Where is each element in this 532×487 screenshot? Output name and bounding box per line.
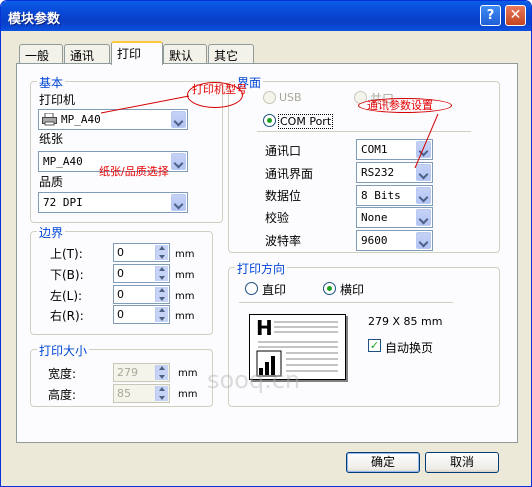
- usb-radio: [263, 91, 276, 104]
- margin-right-spinner[interactable]: 0: [113, 305, 170, 324]
- group-print-size-legend: 打印大小: [37, 342, 90, 359]
- width-unit: mm: [178, 368, 198, 379]
- parity-dropdown-arrow[interactable]: [416, 209, 431, 226]
- auto-newline-checkbox[interactable]: ✓: [368, 339, 381, 352]
- parity-select[interactable]: None: [356, 207, 433, 228]
- tab-print[interactable]: 打印: [111, 41, 163, 65]
- margin-bottom-label: 下(B):: [50, 268, 84, 282]
- height-value: 85: [117, 387, 131, 400]
- group-basic-legend: 基本: [37, 74, 66, 91]
- printer-icon: [42, 113, 57, 126]
- height-unit: mm: [178, 389, 198, 400]
- paper-label: 纸张: [39, 132, 64, 146]
- com-port-label[interactable]: COM Port: [278, 114, 334, 129]
- quality-value: 72 DPI: [43, 196, 83, 209]
- data-bits-value: 8 Bits: [361, 189, 401, 202]
- margin-bottom-value: 0: [117, 267, 124, 280]
- comm-port-label: 通讯口: [265, 144, 302, 158]
- baud-rate-dropdown-arrow[interactable]: [416, 232, 431, 249]
- cancel-button[interactable]: 取消: [425, 452, 499, 473]
- width-label: 宽度:: [48, 367, 77, 381]
- quality-label: 品质: [39, 175, 64, 189]
- margin-top-value: 0: [117, 246, 124, 259]
- parity-label: 校验: [265, 211, 290, 225]
- height-spinner: 85: [113, 384, 170, 403]
- tab-defaults[interactable]: 默认值: [163, 44, 207, 80]
- data-bits-dropdown-arrow[interactable]: [416, 187, 431, 204]
- margin-top-unit: mm: [175, 249, 195, 260]
- watermark: sooq.cn: [207, 366, 301, 394]
- group-orientation-legend: 打印方向: [235, 260, 288, 277]
- annotation-arrow-comm-icon: [414, 113, 439, 169]
- margin-left-spin-arrows[interactable]: [155, 287, 168, 302]
- group-margins-legend: 边界: [37, 224, 66, 241]
- margin-left-spinner[interactable]: 0: [113, 285, 170, 304]
- ok-button[interactable]: 确定: [346, 452, 420, 473]
- close-button[interactable]: ✕: [505, 5, 526, 26]
- annotation-printer-model: 打印机型号: [192, 83, 247, 96]
- margin-bottom-spin-arrows[interactable]: [155, 266, 168, 281]
- data-bits-label: 数据位: [265, 189, 302, 203]
- annotation-paper-quality: 纸张/品质选择: [99, 165, 169, 178]
- baud-rate-select[interactable]: 9600: [356, 230, 433, 251]
- dialog-window: 模块参数 ? ✕ 一般 通讯 打印 默认值 其它 基本 打印机 MP_A40 纸…: [0, 0, 532, 487]
- width-spinner: 279: [113, 363, 170, 382]
- margin-right-label: 右(R):: [50, 309, 84, 323]
- print-size-text: 279 X 85 mm: [368, 315, 443, 328]
- width-spin-arrows: [155, 365, 168, 380]
- comm-interface-value: RS232: [361, 166, 395, 179]
- margin-left-unit: mm: [175, 291, 195, 302]
- margin-top-label: 上(T):: [50, 247, 83, 261]
- quality-select[interactable]: 72 DPI: [38, 192, 188, 213]
- paper-value: MP_A40: [43, 155, 83, 168]
- margin-bottom-unit: mm: [175, 270, 195, 281]
- data-bits-select[interactable]: 8 Bits: [356, 185, 433, 206]
- height-spin-arrows: [155, 386, 168, 401]
- printer-label: 打印机: [39, 93, 76, 107]
- tab-general[interactable]: 一般: [19, 44, 63, 64]
- margin-left-value: 0: [117, 288, 124, 301]
- annotation-comm-settings: 通讯参数设置: [367, 99, 433, 112]
- paper-dropdown-arrow[interactable]: [171, 153, 186, 170]
- margin-left-label: 左(L):: [50, 289, 83, 303]
- comm-port-value: COM1: [361, 143, 388, 156]
- com-port-radio[interactable]: [263, 114, 276, 127]
- tab-other[interactable]: 其它: [208, 44, 254, 64]
- baud-rate-value: 9600: [361, 234, 388, 247]
- margin-right-unit: mm: [175, 311, 195, 322]
- height-label: 高度:: [48, 388, 77, 402]
- baud-rate-label: 波特率: [265, 234, 302, 248]
- portrait-radio[interactable]: [245, 282, 258, 295]
- auto-newline-label[interactable]: 自动换页: [385, 339, 433, 356]
- width-value: 279: [117, 366, 138, 379]
- comm-interface-label: 通讯界面: [265, 167, 314, 181]
- printer-value: MP_A40: [61, 113, 101, 126]
- margin-right-spin-arrows[interactable]: [155, 307, 168, 322]
- help-button[interactable]: ?: [480, 5, 501, 26]
- window-title: 模块参数: [8, 12, 61, 27]
- parity-value: None: [361, 211, 388, 224]
- tab-communication[interactable]: 通讯: [64, 44, 110, 64]
- portrait-label[interactable]: 直印: [262, 281, 286, 298]
- margin-right-value: 0: [117, 308, 124, 321]
- margin-top-spinner[interactable]: 0: [113, 243, 170, 262]
- margin-bottom-spinner[interactable]: 0: [113, 264, 170, 283]
- tab-panel-print: 基本 打印机 MP_A40 纸张 MP_A40 品质 72 DPI 边界 上(T…: [16, 63, 518, 443]
- annotation-arrow-printer-icon: [100, 95, 190, 114]
- quality-dropdown-arrow[interactable]: [171, 194, 186, 211]
- usb-label: USB: [279, 91, 302, 104]
- landscape-radio[interactable]: [323, 282, 336, 295]
- orientation-divider: [239, 302, 453, 303]
- title-bar[interactable]: 模块参数 ? ✕: [1, 1, 531, 31]
- landscape-label[interactable]: 横印: [340, 281, 364, 298]
- margin-top-spin-arrows[interactable]: [155, 245, 168, 260]
